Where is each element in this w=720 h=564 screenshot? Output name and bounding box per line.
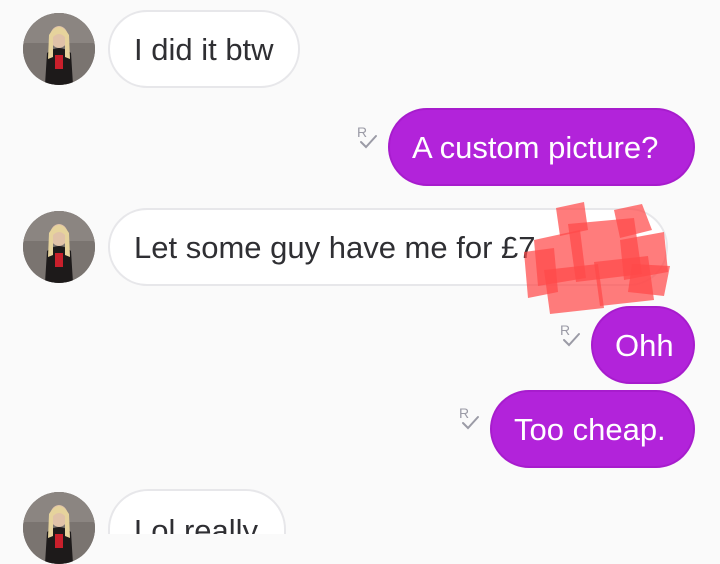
read-receipt-icon: R bbox=[457, 405, 483, 433]
svg-text:R: R bbox=[459, 405, 469, 421]
message-text: Too cheap. bbox=[514, 411, 666, 447]
message-text: Lol really bbox=[134, 513, 259, 534]
message-bubble-outgoing[interactable]: Too cheap. bbox=[490, 390, 695, 468]
message-text: A custom picture? bbox=[412, 129, 659, 165]
contact-avatar[interactable] bbox=[23, 13, 95, 85]
contact-avatar[interactable] bbox=[23, 211, 95, 283]
message-text: I did it btw bbox=[134, 31, 274, 67]
svg-text:R: R bbox=[357, 124, 367, 140]
contact-avatar[interactable] bbox=[23, 492, 95, 564]
redaction-scribble bbox=[524, 202, 670, 314]
message-bubble-incoming[interactable]: Lol really bbox=[108, 489, 286, 534]
message-bubble-outgoing[interactable]: A custom picture? bbox=[388, 108, 695, 186]
message-text: Let some guy have me for £7 bbox=[134, 229, 536, 265]
message-bubble-incoming[interactable]: I did it btw bbox=[108, 10, 300, 88]
svg-text:R: R bbox=[560, 322, 570, 338]
message-bubble-outgoing[interactable]: Ohh bbox=[591, 306, 695, 384]
read-receipt-icon: R bbox=[558, 322, 584, 350]
message-text: Ohh bbox=[615, 327, 674, 363]
read-receipt-icon: R bbox=[355, 124, 381, 152]
